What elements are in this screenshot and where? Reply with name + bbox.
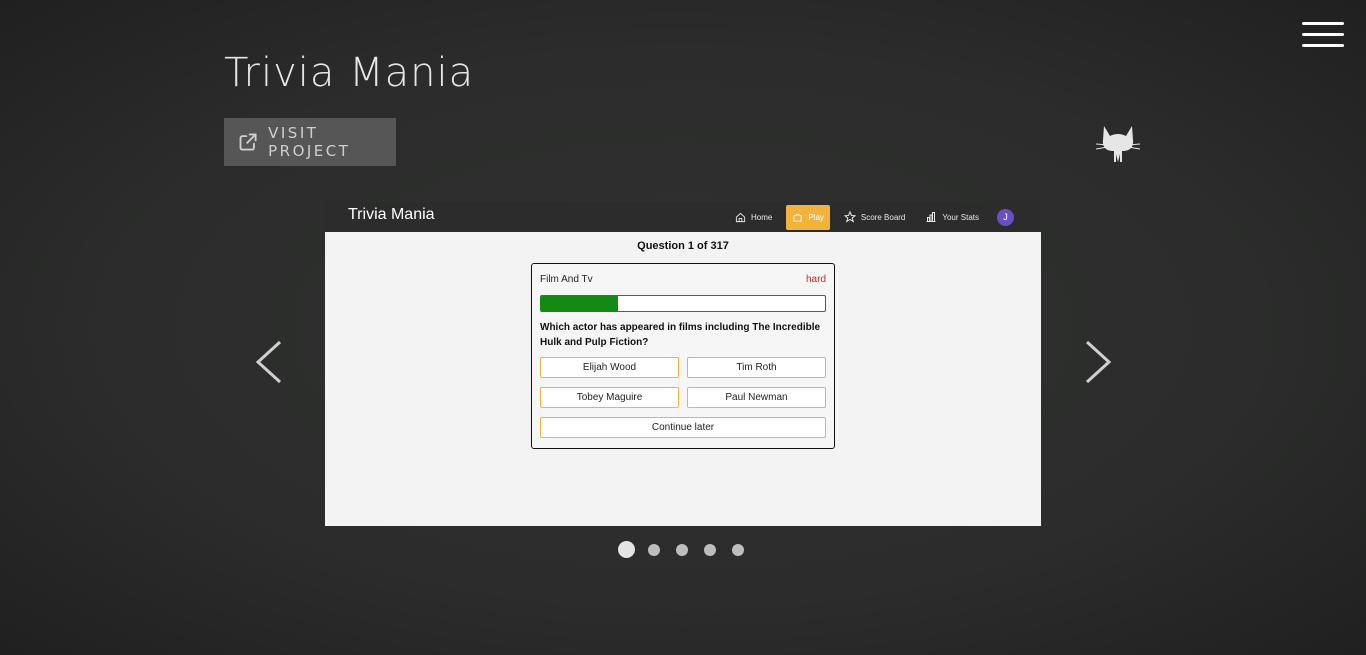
nav-your-stats[interactable]: Your Stats <box>919 205 985 230</box>
timer-progress-fill <box>541 296 618 311</box>
app-navbar: Trivia Mania Home Play Score Board Your … <box>325 202 1041 232</box>
nav-your-stats-label: Your Stats <box>942 212 979 222</box>
bar-chart-icon <box>926 212 936 222</box>
hamburger-menu-icon[interactable] <box>1302 22 1344 48</box>
carousel-dot[interactable] <box>676 543 688 556</box>
nav-home[interactable]: Home <box>729 205 778 230</box>
visit-project-button[interactable]: VISIT PROJECT <box>224 118 396 166</box>
project-title: Trivia Mania <box>224 50 475 96</box>
difficulty-label: hard <box>805 274 826 285</box>
project-screenshot: Trivia Mania Home Play Score Board Your … <box>325 202 1041 526</box>
question-text: Which actor has appeared in films includ… <box>540 322 821 348</box>
carousel-dot[interactable] <box>704 543 716 556</box>
star-icon <box>843 211 856 223</box>
nav-score-board-label: Score Board <box>860 212 906 222</box>
answer-button[interactable]: Tim Roth <box>687 357 826 378</box>
nav-play[interactable]: Play <box>786 204 830 230</box>
nav-play-label: Play <box>808 212 824 222</box>
app-nav: Home Play Score Board Your Stats J <box>729 202 1014 232</box>
continue-later-button[interactable]: Continue later <box>540 417 826 438</box>
answer-button[interactable]: Elijah Wood <box>540 357 679 378</box>
puzzle-icon <box>793 213 802 222</box>
answer-button[interactable]: Paul Newman <box>687 387 826 408</box>
chevron-left-icon[interactable] <box>254 340 284 384</box>
nav-home-label: Home <box>751 212 773 222</box>
home-icon <box>735 212 746 222</box>
carousel-dots <box>618 541 760 558</box>
avatar[interactable]: J <box>997 208 1014 226</box>
carousel-dot[interactable] <box>732 543 744 556</box>
nav-score-board[interactable]: Score Board <box>838 205 911 230</box>
question-category: Film And Tv <box>540 274 593 285</box>
question-card: Film And Tv hard Which actor has appeare… <box>531 263 835 449</box>
github-octocat-icon[interactable] <box>1094 120 1142 164</box>
carousel-dot[interactable] <box>618 541 635 558</box>
external-link-icon <box>239 133 257 151</box>
app-title: Trivia Mania <box>348 206 435 223</box>
timer-progress-bar <box>540 295 826 312</box>
visit-project-label: VISIT PROJECT <box>268 124 351 160</box>
answer-button[interactable]: Tobey Maguire <box>540 387 679 408</box>
question-counter: Question 1 of 317 <box>637 240 729 252</box>
carousel-dot[interactable] <box>648 543 660 556</box>
chevron-right-icon[interactable] <box>1083 340 1113 384</box>
